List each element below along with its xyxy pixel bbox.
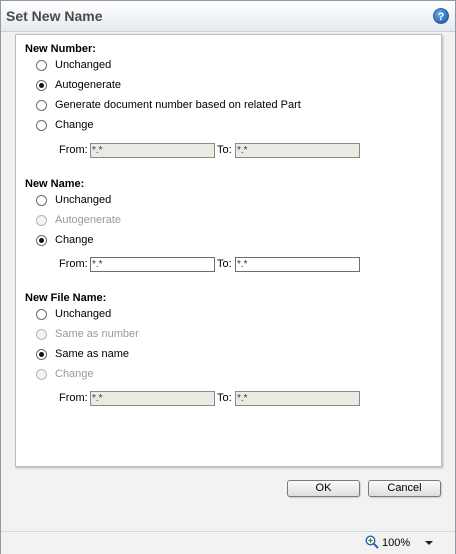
new-file-name-to-field[interactable]	[235, 391, 360, 406]
new-number-to-field[interactable]	[235, 143, 360, 158]
option-label: Unchanged	[55, 308, 112, 320]
new-name-from-label: From:	[59, 258, 88, 270]
option-label: Change	[55, 234, 94, 246]
title-bar: Set New Name ?	[1, 1, 455, 32]
radio-button[interactable]	[36, 120, 47, 131]
option-label: Autogenerate	[55, 214, 122, 226]
svg-text:?: ?	[438, 11, 445, 23]
option-label: Unchanged	[55, 59, 112, 71]
new-name-to-field[interactable]	[235, 257, 360, 272]
options-panel: New Number: Unchanged Autogenerate Gener…	[15, 34, 442, 467]
option-label: Change	[55, 368, 94, 380]
new-number-from-field[interactable]	[90, 143, 215, 158]
radio-button[interactable]	[36, 100, 47, 111]
option-label: Same as name	[55, 348, 129, 360]
new-number-label: New Number:	[25, 43, 96, 55]
radio-button	[36, 329, 47, 340]
new-file-name-from-label: From:	[59, 392, 88, 404]
option-label: Generate document number based on relate…	[55, 99, 301, 111]
option-label: Unchanged	[55, 194, 112, 206]
radio-button[interactable]	[36, 60, 47, 71]
new-name-to-label: To:	[217, 258, 232, 270]
new-name-from-field[interactable]	[90, 257, 215, 272]
radio-button[interactable]	[36, 349, 47, 360]
radio-button	[36, 215, 47, 226]
ok-button[interactable]: OK	[287, 480, 360, 497]
new-file-name-label: New File Name:	[25, 292, 107, 304]
radio-button[interactable]	[36, 80, 47, 91]
new-number-to-label: To:	[217, 144, 232, 156]
new-file-name-from-field[interactable]	[90, 391, 215, 406]
option-label: Same as number	[55, 328, 139, 340]
new-number-from-label: From:	[59, 144, 88, 156]
option-label: Change	[55, 119, 94, 131]
zoom-icon[interactable]	[365, 535, 379, 549]
radio-button[interactable]	[36, 195, 47, 206]
status-bar: 100%	[1, 531, 455, 554]
radio-button[interactable]	[36, 235, 47, 246]
chevron-down-icon[interactable]	[425, 541, 433, 545]
dialog-title: Set New Name	[6, 8, 103, 24]
new-name-label: New Name:	[25, 178, 85, 190]
set-new-name-dialog: Set New Name ? New Number: Unchanged Aut…	[0, 0, 456, 554]
help-icon[interactable]: ?	[433, 8, 449, 24]
radio-button	[36, 369, 47, 380]
zoom-level: 100%	[382, 537, 411, 549]
option-label: Autogenerate	[55, 79, 122, 91]
radio-button[interactable]	[36, 309, 47, 320]
new-file-name-to-label: To:	[217, 392, 232, 404]
cancel-button[interactable]: Cancel	[368, 480, 441, 497]
